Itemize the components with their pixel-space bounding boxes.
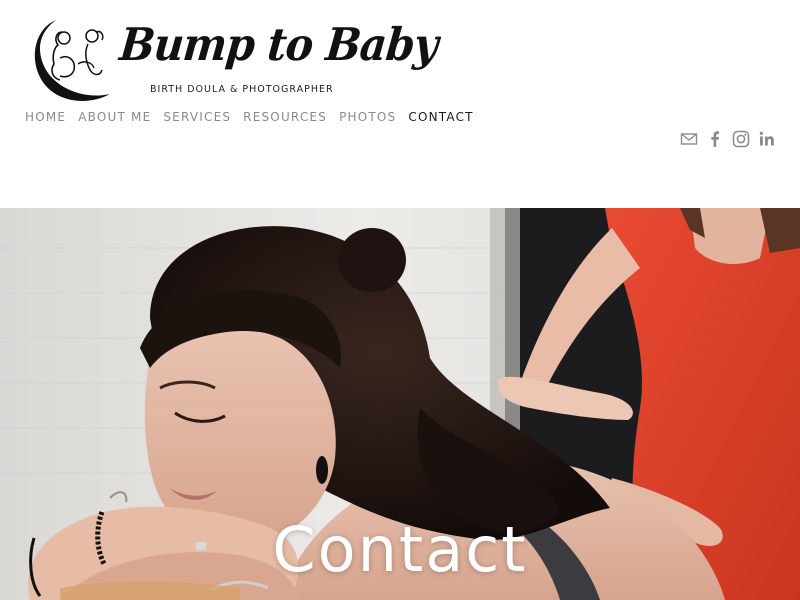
nav-item-services[interactable]: SERVICES bbox=[163, 110, 231, 124]
instagram-icon bbox=[732, 130, 750, 148]
brand-tagline: BIRTH DOULA & PHOTOGRAPHER bbox=[150, 84, 334, 95]
mail-link[interactable] bbox=[680, 130, 698, 148]
instagram-link[interactable] bbox=[732, 130, 750, 148]
page: Bump to Baby BIRTH DOULA & PHOTOGRAPHER … bbox=[0, 0, 800, 600]
nav-item-contact[interactable]: CONTACT bbox=[408, 110, 473, 124]
site-logo[interactable]: Bump to Baby BIRTH DOULA & PHOTOGRAPHER bbox=[26, 14, 440, 104]
social-links bbox=[680, 130, 776, 148]
site-header: Bump to Baby BIRTH DOULA & PHOTOGRAPHER … bbox=[0, 0, 800, 208]
linkedin-link[interactable] bbox=[758, 130, 776, 148]
brand-name: Bump to Baby bbox=[117, 18, 440, 71]
facebook-link[interactable] bbox=[706, 130, 724, 148]
nav-item-home[interactable]: HOME bbox=[25, 110, 66, 124]
nav-item-resources[interactable]: RESOURCES bbox=[243, 110, 327, 124]
nav-item-about-me[interactable]: ABOUT ME bbox=[78, 110, 151, 124]
hero-title: Contact bbox=[272, 513, 528, 586]
logo-mark-icon bbox=[34, 20, 110, 101]
mail-icon bbox=[680, 133, 698, 145]
main-nav: HOME ABOUT ME SERVICES RESOURCES PHOTOS … bbox=[25, 110, 486, 124]
facebook-icon bbox=[711, 131, 719, 147]
hero-banner: Contact bbox=[0, 208, 800, 600]
nav-item-photos[interactable]: PHOTOS bbox=[339, 110, 396, 124]
linkedin-icon bbox=[759, 131, 774, 146]
